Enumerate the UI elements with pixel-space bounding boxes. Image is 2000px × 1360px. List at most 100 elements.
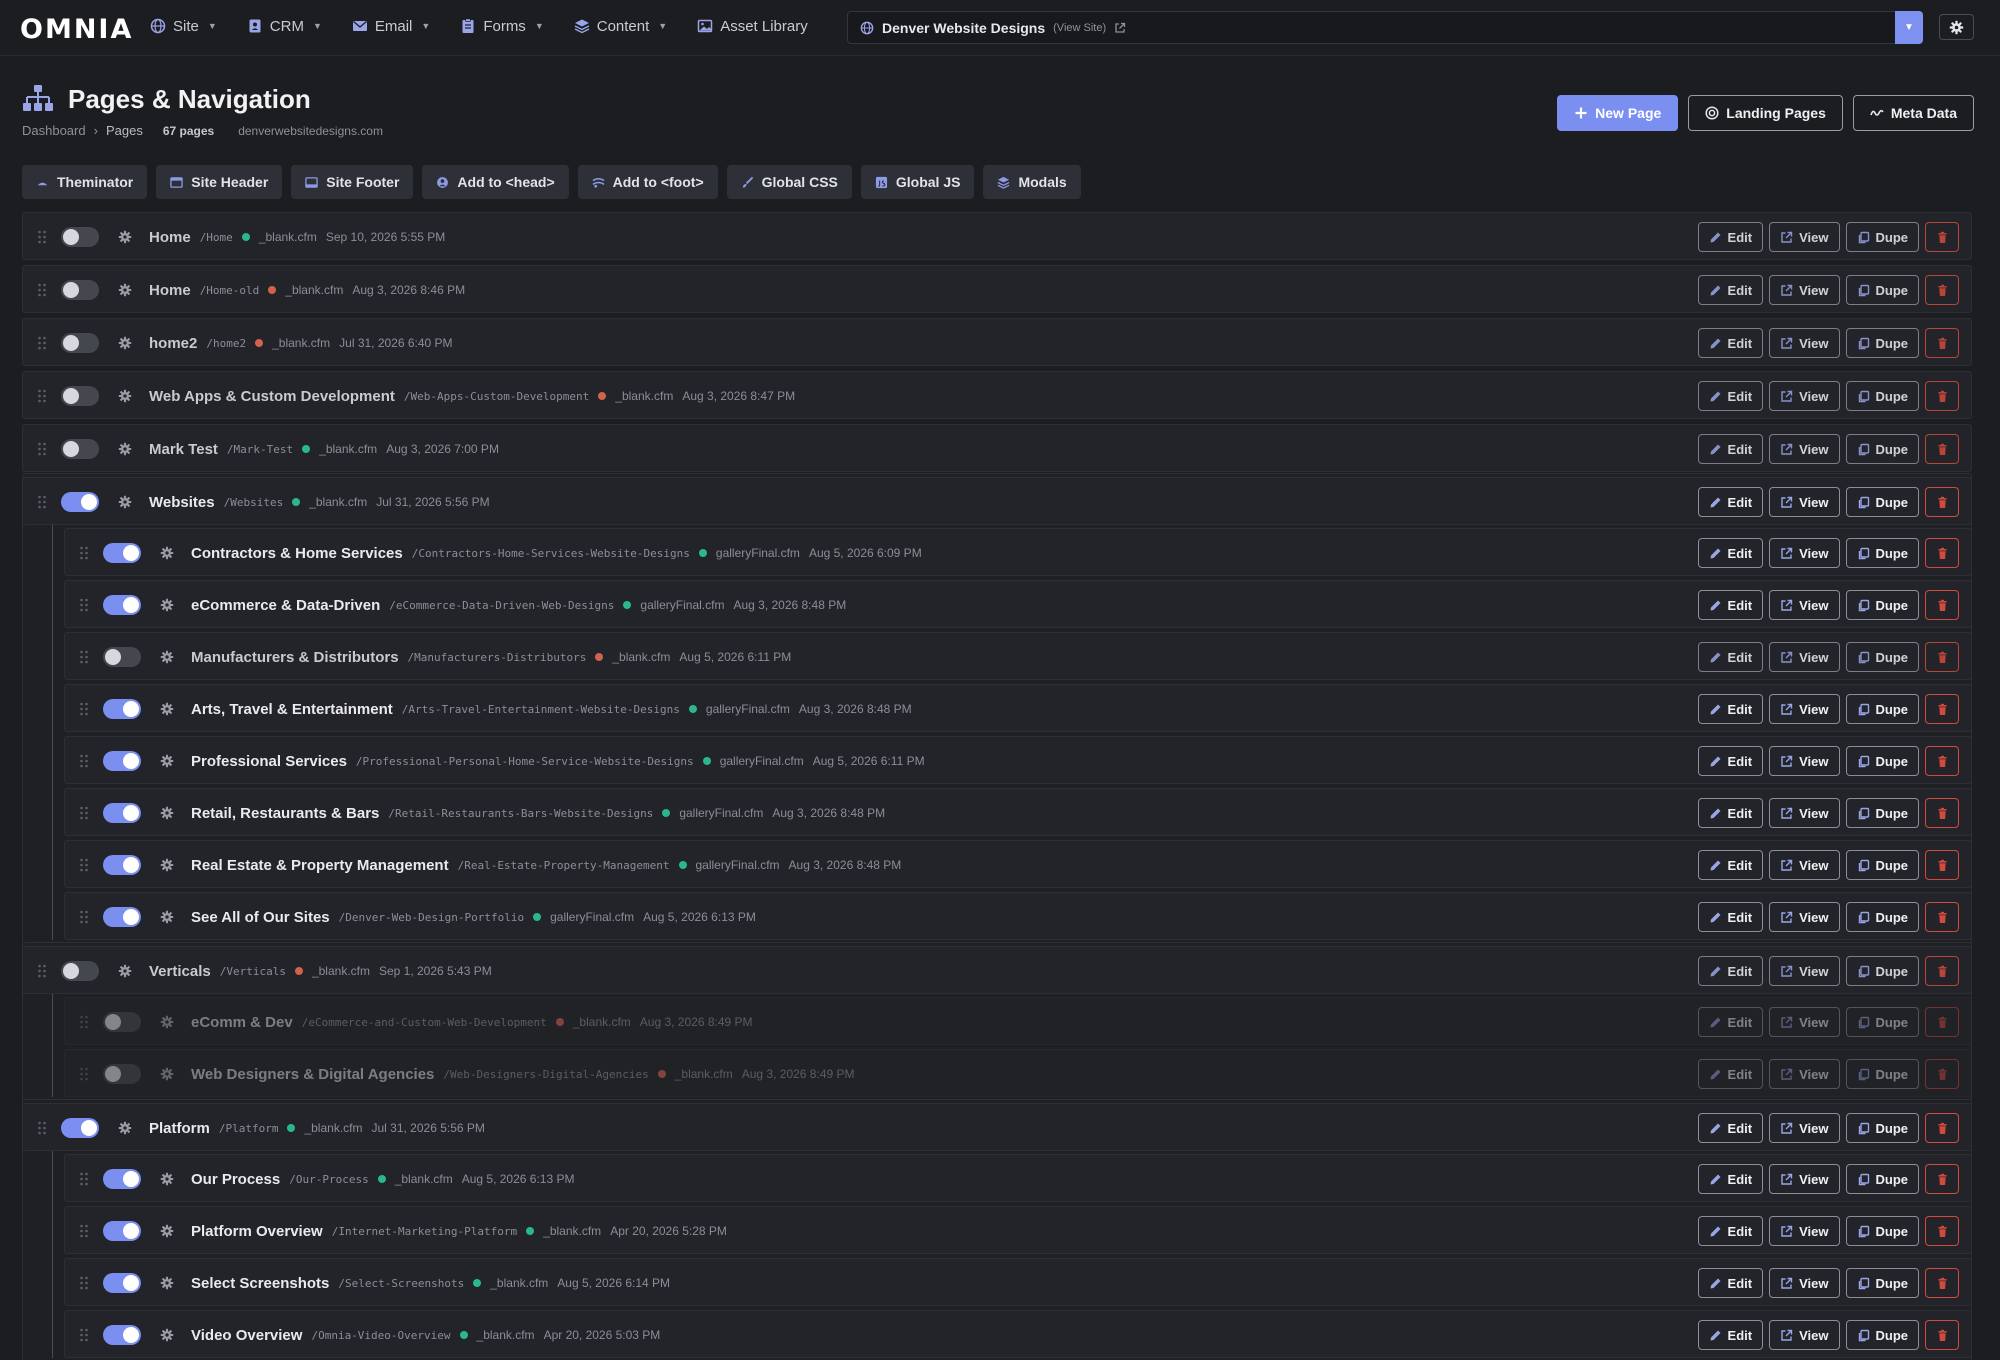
view-button[interactable]: View xyxy=(1769,1059,1840,1089)
dupe-button[interactable]: Dupe xyxy=(1845,1113,1919,1143)
page-title-text[interactable]: Home xyxy=(149,229,191,246)
page-title-text[interactable]: Our Process xyxy=(191,1171,280,1188)
page-enabled-toggle[interactable] xyxy=(103,1273,141,1293)
page-enabled-toggle[interactable] xyxy=(103,1221,141,1241)
drag-handle-icon[interactable] xyxy=(79,650,89,664)
page-enabled-toggle[interactable] xyxy=(103,855,141,875)
nav-forms[interactable]: Forms ▼ xyxy=(460,18,544,35)
edit-button[interactable]: Edit xyxy=(1697,222,1764,252)
page-title-text[interactable]: Home xyxy=(149,282,191,299)
view-button[interactable]: View xyxy=(1769,487,1840,517)
page-title-text[interactable]: eComm & Dev xyxy=(191,1014,293,1031)
dupe-button[interactable]: Dupe xyxy=(1845,222,1919,252)
drag-handle-icon[interactable] xyxy=(37,389,47,403)
dupe-button[interactable]: Dupe xyxy=(1845,487,1919,517)
view-button[interactable]: View xyxy=(1769,381,1840,411)
edit-button[interactable]: Edit xyxy=(1697,1320,1764,1350)
edit-button[interactable]: Edit xyxy=(1697,642,1764,672)
gear-icon[interactable] xyxy=(160,1328,174,1342)
drag-handle-icon[interactable] xyxy=(37,336,47,350)
view-button[interactable]: View xyxy=(1769,1268,1840,1298)
settings-button[interactable] xyxy=(1939,14,1974,40)
page-enabled-toggle[interactable] xyxy=(61,280,99,300)
gear-icon[interactable] xyxy=(118,495,132,509)
page-title-text[interactable]: home2 xyxy=(149,335,197,352)
view-button[interactable]: View xyxy=(1769,798,1840,828)
dupe-button[interactable]: Dupe xyxy=(1845,381,1919,411)
delete-button[interactable] xyxy=(1925,1216,1959,1246)
page-title-text[interactable]: Websites xyxy=(149,494,215,511)
site-selector[interactable]: Denver Website Designs (View Site) xyxy=(847,11,1901,44)
drag-handle-icon[interactable] xyxy=(79,1172,89,1186)
delete-button[interactable] xyxy=(1925,642,1959,672)
page-title-text[interactable]: Arts, Travel & Entertainment xyxy=(191,701,393,718)
delete-button[interactable] xyxy=(1925,1164,1959,1194)
dupe-button[interactable]: Dupe xyxy=(1845,1007,1919,1037)
page-title-text[interactable]: Contractors & Home Services xyxy=(191,545,403,562)
delete-button[interactable] xyxy=(1925,1320,1959,1350)
add-to-foot-button[interactable]: Add to <foot> xyxy=(577,165,718,199)
view-button[interactable]: View xyxy=(1769,1164,1840,1194)
gear-icon[interactable] xyxy=(160,650,174,664)
dupe-button[interactable]: Dupe xyxy=(1845,694,1919,724)
page-enabled-toggle[interactable] xyxy=(61,439,99,459)
edit-button[interactable]: Edit xyxy=(1697,590,1764,620)
dupe-button[interactable]: Dupe xyxy=(1845,538,1919,568)
page-title-text[interactable]: Retail, Restaurants & Bars xyxy=(191,805,379,822)
gear-icon[interactable] xyxy=(118,442,132,456)
page-title-text[interactable]: Video Overview xyxy=(191,1327,302,1344)
edit-button[interactable]: Edit xyxy=(1697,902,1764,932)
edit-button[interactable]: Edit xyxy=(1697,798,1764,828)
drag-handle-icon[interactable] xyxy=(79,702,89,716)
gear-icon[interactable] xyxy=(160,1067,174,1081)
dupe-button[interactable]: Dupe xyxy=(1845,1059,1919,1089)
page-enabled-toggle[interactable] xyxy=(61,386,99,406)
page-title-text[interactable]: Verticals xyxy=(149,963,211,980)
dupe-button[interactable]: Dupe xyxy=(1845,1268,1919,1298)
page-title-text[interactable]: Select Screenshots xyxy=(191,1275,329,1292)
gear-icon[interactable] xyxy=(160,910,174,924)
page-enabled-toggle[interactable] xyxy=(103,1325,141,1345)
page-title-text[interactable]: Manufacturers & Distributors xyxy=(191,649,399,666)
page-enabled-toggle[interactable] xyxy=(61,1118,99,1138)
dupe-button[interactable]: Dupe xyxy=(1845,746,1919,776)
drag-handle-icon[interactable] xyxy=(79,1276,89,1290)
view-button[interactable]: View xyxy=(1769,538,1840,568)
gear-icon[interactable] xyxy=(160,1276,174,1290)
gear-icon[interactable] xyxy=(160,806,174,820)
edit-button[interactable]: Edit xyxy=(1697,434,1764,464)
drag-handle-icon[interactable] xyxy=(37,283,47,297)
delete-button[interactable] xyxy=(1925,222,1959,252)
nav-content[interactable]: Content ▼ xyxy=(574,18,667,35)
page-title-text[interactable]: Platform Overview xyxy=(191,1223,323,1240)
view-button[interactable]: View xyxy=(1769,1007,1840,1037)
page-enabled-toggle[interactable] xyxy=(103,595,141,615)
global-js-button[interactable]: Global JS xyxy=(860,165,975,199)
drag-handle-icon[interactable] xyxy=(37,1121,47,1135)
view-button[interactable]: View xyxy=(1769,642,1840,672)
edit-button[interactable]: Edit xyxy=(1697,956,1764,986)
dupe-button[interactable]: Dupe xyxy=(1845,275,1919,305)
drag-handle-icon[interactable] xyxy=(37,495,47,509)
edit-button[interactable]: Edit xyxy=(1697,1007,1764,1037)
edit-button[interactable]: Edit xyxy=(1697,381,1764,411)
gear-icon[interactable] xyxy=(160,754,174,768)
page-enabled-toggle[interactable] xyxy=(61,961,99,981)
edit-button[interactable]: Edit xyxy=(1697,850,1764,880)
page-enabled-toggle[interactable] xyxy=(103,803,141,823)
meta-data-button[interactable]: Meta Data xyxy=(1852,95,1974,131)
edit-button[interactable]: Edit xyxy=(1697,1113,1764,1143)
delete-button[interactable] xyxy=(1925,434,1959,464)
gear-icon[interactable] xyxy=(118,283,132,297)
view-button[interactable]: View xyxy=(1769,956,1840,986)
add-to-head-button[interactable]: Add to <head> xyxy=(422,165,569,199)
dupe-button[interactable]: Dupe xyxy=(1845,850,1919,880)
page-enabled-toggle[interactable] xyxy=(103,647,141,667)
dupe-button[interactable]: Dupe xyxy=(1845,328,1919,358)
delete-button[interactable] xyxy=(1925,694,1959,724)
delete-button[interactable] xyxy=(1925,1059,1959,1089)
page-enabled-toggle[interactable] xyxy=(61,492,99,512)
delete-button[interactable] xyxy=(1925,381,1959,411)
drag-handle-icon[interactable] xyxy=(79,1015,89,1029)
view-button[interactable]: View xyxy=(1769,275,1840,305)
